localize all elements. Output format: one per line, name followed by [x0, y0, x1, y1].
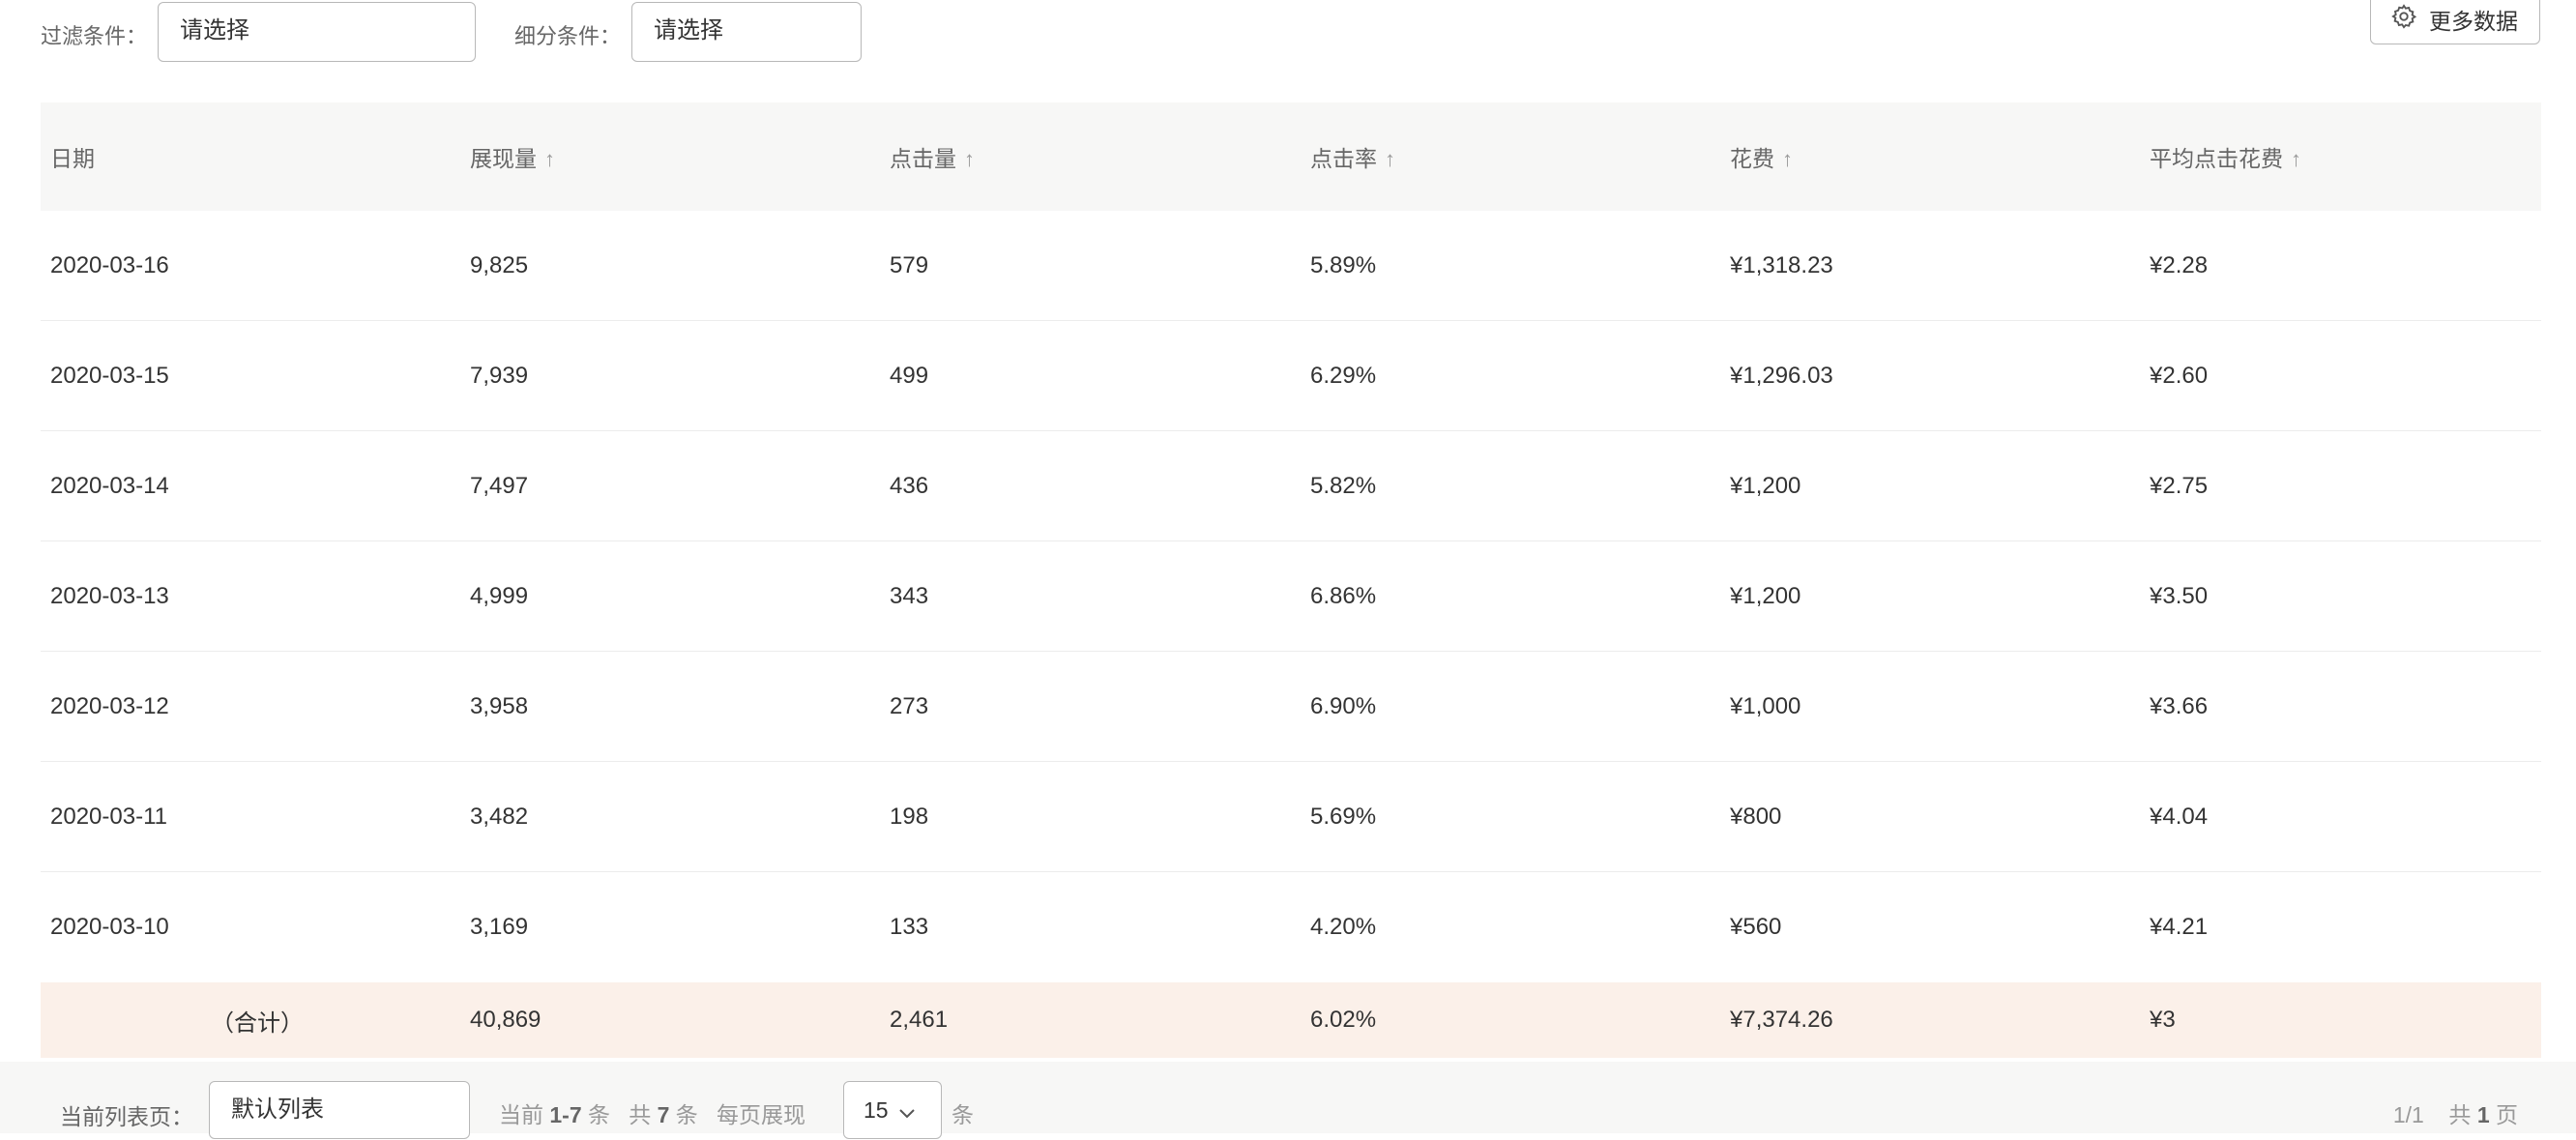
table-row: 2020-03-15 7,939 499 6.29% ¥1,296.03 ¥2.…: [41, 321, 2541, 431]
column-header-ctr[interactable]: 点击率 ↑: [1301, 140, 1720, 173]
cell-clicks: 436: [890, 472, 929, 499]
table-footer: 当前列表页： 默认列表 当前 1-7 条 共 7 条 每页展现 15 条 1/1…: [0, 1062, 2576, 1139]
pagination-info: 1/1 共 1 页: [2392, 1102, 2518, 1127]
cell-cost: ¥1,000: [1730, 692, 1801, 719]
cell-ctr: 6.86%: [1310, 582, 1377, 609]
cell-clicks: 273: [890, 692, 929, 719]
cell-date: 2020-03-16: [50, 251, 169, 278]
cell-clicks: 343: [890, 582, 929, 609]
column-header-avg-cpc[interactable]: 平均点击花费 ↑: [2140, 140, 2541, 173]
column-header-impressions[interactable]: 展现量 ↑: [460, 140, 880, 173]
cell-date: 2020-03-12: [50, 692, 169, 719]
more-data-button[interactable]: 更多数据: [2370, 0, 2540, 44]
cell-clicks: 499: [890, 362, 929, 389]
total-avg-cpc: ¥3: [2150, 1007, 2176, 1033]
cell-avg-cpc: ¥3.50: [2150, 582, 2209, 609]
cell-impressions: 3,958: [470, 692, 529, 719]
data-table: 日期 展现量 ↑ 点击量 ↑ 点击率 ↑ 花费 ↑ 平均点击花费 ↑ 2020-03-16…: [41, 102, 2541, 1058]
cell-clicks: 579: [890, 251, 929, 278]
arrow-up-icon: ↑: [2291, 147, 2301, 171]
filter-label: 过滤条件：: [41, 24, 148, 48]
cell-avg-cpc: ¥2.75: [2150, 472, 2209, 499]
cell-date: 2020-03-15: [50, 362, 169, 389]
cell-ctr: 5.82%: [1310, 472, 1377, 499]
arrow-up-icon: ↑: [964, 147, 975, 171]
cell-cost: ¥1,318.23: [1730, 251, 1833, 278]
column-header-cost[interactable]: 花费 ↑: [1720, 140, 2140, 173]
table-row: 2020-03-14 7,497 436 5.82% ¥1,200 ¥2.75: [41, 431, 2541, 541]
cell-avg-cpc: ¥2.28: [2150, 251, 2209, 278]
table-row: 2020-03-16 9,825 579 5.89% ¥1,318.23 ¥2.…: [41, 211, 2541, 321]
cell-impressions: 7,497: [470, 472, 529, 499]
cell-ctr: 6.90%: [1310, 692, 1377, 719]
cell-cost: ¥800: [1730, 803, 1782, 830]
per-page-select[interactable]: 15: [843, 1081, 942, 1139]
segment-label: 细分条件：: [514, 24, 622, 48]
cell-ctr: 5.69%: [1310, 803, 1377, 830]
per-page-unit: 条: [951, 1102, 974, 1127]
cell-date: 2020-03-14: [50, 472, 169, 499]
total-clicks: 2,461: [890, 1007, 949, 1033]
cell-date: 2020-03-13: [50, 582, 169, 609]
table-row: 2020-03-11 3,482 198 5.69% ¥800 ¥4.04: [41, 762, 2541, 872]
cell-ctr: 4.20%: [1310, 914, 1377, 940]
cell-cost: ¥1,296.03: [1730, 362, 1833, 389]
table-header: 日期 展现量 ↑ 点击量 ↑ 点击率 ↑ 花费 ↑ 平均点击花费 ↑: [41, 102, 2541, 211]
more-data-label: 更多数据: [2429, 9, 2518, 34]
total-impressions: 40,869: [470, 1007, 542, 1033]
list-page-label: 当前列表页：: [60, 1104, 193, 1129]
arrow-up-icon: ↑: [1385, 147, 1395, 171]
chevron-down-icon: [898, 1084, 916, 1140]
cell-avg-cpc: ¥4.04: [2150, 803, 2209, 830]
arrow-up-icon: ↑: [544, 147, 555, 171]
gear-icon: [2390, 3, 2417, 36]
page-indicator: 1/1: [2392, 1102, 2424, 1127]
total-cost: ¥7,374.26: [1730, 1007, 1833, 1033]
cell-clicks: 133: [890, 914, 929, 940]
cell-clicks: 198: [890, 803, 929, 830]
column-header-date: 日期: [50, 146, 95, 171]
cell-cost: ¥560: [1730, 914, 1782, 940]
filter-bar: 过滤条件： 请选择 细分条件： 请选择 更多数据: [0, 0, 2576, 77]
cell-impressions: 4,999: [470, 582, 529, 609]
segment-select[interactable]: 请选择: [631, 2, 862, 62]
cell-avg-cpc: ¥4.21: [2150, 914, 2209, 940]
table-row: 2020-03-13 4,999 343 6.86% ¥1,200 ¥3.50: [41, 541, 2541, 652]
record-info: 当前 1-7 条 共 7 条 每页展现: [499, 1102, 805, 1127]
total-label: （合计）: [211, 1009, 304, 1037]
table-row: 2020-03-10 3,169 133 4.20% ¥560 ¥4.21: [41, 872, 2541, 982]
cell-impressions: 7,939: [470, 362, 529, 389]
cell-avg-cpc: ¥3.66: [2150, 692, 2209, 719]
cell-ctr: 5.89%: [1310, 251, 1377, 278]
cell-avg-cpc: ¥2.60: [2150, 362, 2209, 389]
total-ctr: 6.02%: [1310, 1007, 1377, 1033]
cell-impressions: 3,482: [470, 803, 529, 830]
table-total-row: （合计） 40,869 2,461 6.02% ¥7,374.26 ¥3: [41, 982, 2541, 1058]
arrow-up-icon: ↑: [1782, 147, 1793, 171]
cell-cost: ¥1,200: [1730, 582, 1801, 609]
cell-impressions: 3,169: [470, 914, 529, 940]
cell-ctr: 6.29%: [1310, 362, 1377, 389]
column-header-clicks[interactable]: 点击量 ↑: [880, 140, 1301, 173]
list-page-select[interactable]: 默认列表: [209, 1081, 470, 1139]
table-row: 2020-03-12 3,958 273 6.90% ¥1,000 ¥3.66: [41, 652, 2541, 762]
cell-date: 2020-03-10: [50, 914, 169, 940]
cell-date: 2020-03-11: [50, 803, 167, 830]
filter-select[interactable]: 请选择: [158, 2, 476, 62]
cell-cost: ¥1,200: [1730, 472, 1801, 499]
cell-impressions: 9,825: [470, 251, 529, 278]
